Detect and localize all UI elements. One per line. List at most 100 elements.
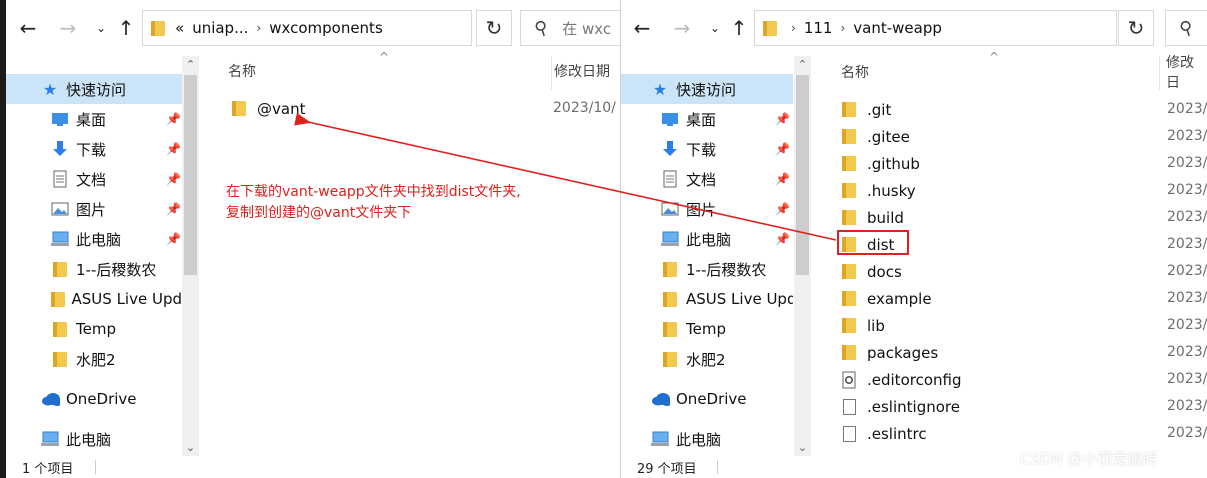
pin-icon[interactable]: 📌	[775, 172, 790, 186]
breadcrumb-item[interactable]: uniap...	[192, 19, 248, 37]
nav-item[interactable]: 桌面 📌	[621, 104, 793, 134]
file-type-icon	[839, 289, 859, 309]
pin-icon[interactable]: 📌	[166, 202, 181, 216]
pin-icon[interactable]: 📌	[166, 172, 181, 186]
nav-item[interactable]: 下载 📌	[6, 134, 182, 164]
nav-scrollbar[interactable]: ⌃ ⌄	[182, 56, 199, 456]
file-row[interactable]: packages	[839, 339, 938, 366]
file-row[interactable]: .editorconfig	[839, 366, 961, 393]
forward-button[interactable]: →	[54, 13, 82, 43]
nav-item-label: 文档	[686, 170, 717, 189]
pin-icon[interactable]: 📌	[166, 142, 181, 156]
file-row[interactable]: build	[839, 204, 904, 231]
file-row[interactable]: .github	[839, 150, 920, 177]
nav-item[interactable]: 此电脑	[621, 424, 793, 454]
file-row[interactable]: .husky	[839, 177, 916, 204]
scroll-thumb[interactable]	[184, 75, 197, 275]
download-icon	[53, 141, 67, 156]
address-bar[interactable]: › 111 › vant-weapp	[754, 10, 1117, 46]
scroll-down-icon[interactable]: ⌄	[182, 439, 199, 456]
nav-icon	[660, 259, 680, 279]
refresh-button[interactable]: ↻	[476, 10, 512, 46]
forward-button[interactable]: →	[668, 13, 696, 43]
file-row[interactable]: example	[839, 285, 932, 312]
column-header-name[interactable]: 名称	[841, 57, 869, 87]
column-header-date[interactable]: 修改日期	[554, 56, 610, 86]
nav-item[interactable]: 图片 📌	[6, 194, 182, 224]
nav-scrollbar[interactable]: ⌃ ⌄	[794, 56, 811, 456]
nav-item-label: 桌面	[686, 110, 717, 129]
search-input[interactable]: ⚲ 在 wxc	[520, 10, 620, 46]
scroll-down-icon[interactable]: ⌄	[794, 439, 811, 456]
file-name: @vant	[257, 99, 306, 118]
address-bar[interactable]: « uniap... › wxcomponents	[142, 10, 472, 46]
nav-item[interactable]: ASUS Live Upd	[6, 284, 182, 314]
pin-icon[interactable]: 📌	[775, 112, 790, 126]
nav-item[interactable]: 下载 📌	[621, 134, 793, 164]
nav-item[interactable]: ASUS Live Upd	[621, 284, 793, 314]
column-divider[interactable]	[551, 56, 552, 90]
file-row[interactable]: .git	[839, 96, 891, 123]
pin-icon[interactable]: 📌	[775, 232, 790, 246]
config-file-icon	[842, 371, 856, 388]
file-date: 2023/	[1167, 425, 1207, 441]
breadcrumb-item[interactable]: vant-weapp	[853, 19, 942, 37]
toolbar-left: ← → ⌄ ↑ « uniap... › wxcomponents ↻ ⚲ 在 …	[6, 0, 620, 56]
nav-item[interactable]: 水肥2	[6, 344, 182, 374]
back-button[interactable]: ←	[14, 13, 42, 43]
nav-item[interactable]: 文档 📌	[621, 164, 793, 194]
scroll-up-icon[interactable]: ⌃	[182, 56, 199, 73]
nav-item[interactable]: 桌面 📌	[6, 104, 182, 134]
annotation-text: 在下载的vant-weapp文件夹中找到dist文件夹, 复制到创建的@vant…	[226, 182, 521, 224]
scroll-up-icon[interactable]: ⌃	[794, 56, 811, 73]
nav-icon	[50, 169, 70, 189]
nav-item[interactable]: 水肥2	[621, 344, 793, 374]
nav-item[interactable]: ★ 快速访问	[6, 74, 182, 104]
column-divider[interactable]	[1159, 56, 1160, 90]
recent-locations-button[interactable]: ⌄	[706, 13, 724, 43]
nav-icon	[660, 349, 680, 369]
breadcrumb-item[interactable]: wxcomponents	[269, 19, 383, 37]
nav-item-label: 此电脑	[686, 230, 732, 249]
file-row[interactable]: .eslintrc	[839, 420, 927, 447]
nav-icon	[50, 139, 70, 159]
breadcrumb-item[interactable]: 111	[804, 19, 833, 37]
recent-locations-button[interactable]: ⌄	[92, 13, 110, 43]
pin-icon[interactable]: 📌	[166, 112, 181, 126]
nav-item[interactable]: OneDrive	[621, 384, 793, 414]
file-row[interactable]: docs	[839, 258, 902, 285]
nav-item[interactable]: 1--后稷数农	[6, 254, 182, 284]
nav-icon	[50, 199, 70, 219]
column-header-name[interactable]: 名称	[228, 56, 256, 86]
computer-icon	[41, 431, 59, 446]
nav-item[interactable]: ★ 快速访问	[621, 74, 793, 104]
search-input[interactable]: ⚲	[1165, 10, 1207, 46]
nav-item[interactable]: 文档 📌	[6, 164, 182, 194]
back-button[interactable]: ←	[628, 13, 656, 43]
picture-icon	[51, 202, 69, 216]
file-date: 2023/	[1167, 290, 1207, 306]
file-row[interactable]: .gitee	[839, 123, 910, 150]
nav-item[interactable]: Temp	[6, 314, 182, 344]
scroll-thumb[interactable]	[796, 75, 809, 275]
file-row[interactable]: .eslintignore	[839, 393, 960, 420]
up-button[interactable]: ↑	[112, 13, 140, 43]
nav-item[interactable]: 此电脑	[6, 424, 182, 454]
column-header-date[interactable]: 修改日	[1166, 55, 1207, 91]
nav-item[interactable]: 此电脑 📌	[6, 224, 182, 254]
nav-item[interactable]: 此电脑 📌	[621, 224, 793, 254]
file-row[interactable]: lib	[839, 312, 885, 339]
file-date: 2023/	[1167, 182, 1207, 198]
pin-icon[interactable]: 📌	[775, 202, 790, 216]
up-button[interactable]: ↑	[725, 13, 753, 43]
nav-item[interactable]: Temp	[621, 314, 793, 344]
nav-item[interactable]: OneDrive	[6, 384, 182, 414]
file-row[interactable]: @vant	[229, 95, 305, 122]
pin-icon[interactable]: 📌	[775, 142, 790, 156]
refresh-button[interactable]: ↻	[1118, 10, 1154, 46]
nav-item[interactable]: 图片 📌	[621, 194, 793, 224]
pin-icon[interactable]: 📌	[166, 232, 181, 246]
nav-icon	[650, 389, 670, 409]
folder-icon	[53, 321, 67, 337]
nav-item[interactable]: 1--后稷数农	[621, 254, 793, 284]
